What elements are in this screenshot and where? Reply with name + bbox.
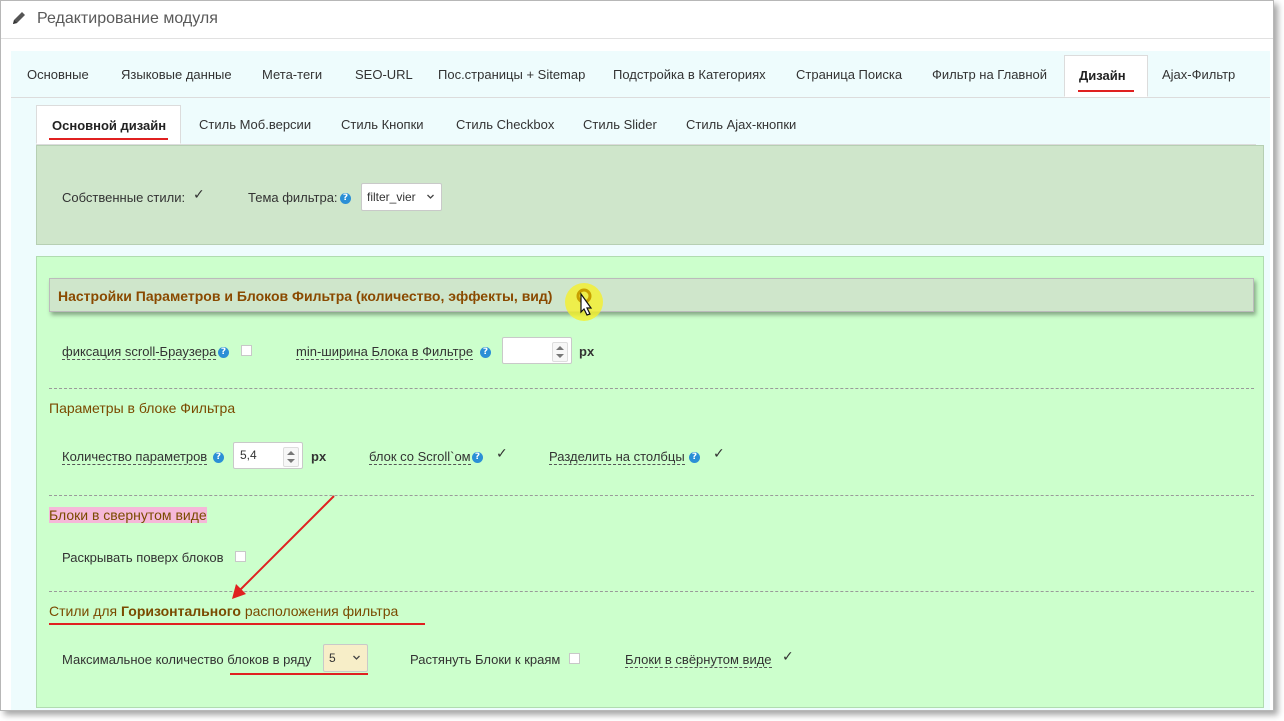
scroll-fix-checkbox[interactable] bbox=[241, 345, 252, 356]
split-columns-checkbox[interactable]: ✓ bbox=[712, 446, 725, 462]
tab-category-setup[interactable]: Подстройка в Категориях bbox=[613, 55, 766, 97]
subtab-mobile-style[interactable]: Стиль Моб.версии bbox=[199, 105, 311, 144]
settings-heading: Настройки Параметров и Блоков Фильтра (к… bbox=[58, 288, 553, 304]
tab-home-filter[interactable]: Фильтр на Главной bbox=[932, 55, 1047, 97]
min-width-input[interactable] bbox=[502, 337, 572, 364]
theme-label: Тема фильтра: bbox=[248, 190, 338, 205]
check-icon: ✓ bbox=[496, 446, 508, 462]
chevron-down-icon bbox=[427, 194, 434, 199]
active-tab-underline bbox=[1078, 90, 1134, 92]
max-blocks-select[interactable]: 5 bbox=[323, 644, 368, 672]
scroll-block-checkbox[interactable]: ✓ bbox=[495, 446, 508, 462]
help-icon[interactable]: ? bbox=[689, 452, 700, 463]
annotation-underline bbox=[230, 673, 368, 675]
annotation-underline bbox=[49, 623, 425, 625]
check-icon: ✓ bbox=[713, 446, 725, 462]
scroll-block-label: блок со Scroll`ом bbox=[369, 449, 471, 465]
subtab-ajax-button-style[interactable]: Стиль Ajax-кнопки bbox=[686, 105, 796, 144]
pencil-icon bbox=[13, 12, 25, 24]
theme-select[interactable]: filter_vier bbox=[361, 183, 442, 211]
help-icon[interactable]: ? bbox=[480, 347, 491, 358]
spinner-arrows-icon[interactable] bbox=[283, 446, 299, 467]
module-edit-window: Редактирование модуля Основные Языковые … bbox=[0, 0, 1274, 711]
subtab-main-design[interactable]: Основной дизайн bbox=[36, 105, 181, 144]
tab-pages-sitemap[interactable]: Пос.страницы + Sitemap bbox=[438, 55, 585, 97]
subtab-button-style[interactable]: Стиль Кнопки bbox=[341, 105, 424, 144]
min-width-unit: px bbox=[579, 344, 595, 359]
param-count-label: Количество параметров bbox=[62, 449, 208, 465]
subtab-checkbox-style[interactable]: Стиль Checkbox bbox=[456, 105, 554, 144]
max-blocks-label: Максимальное количество блоков в ряду bbox=[62, 652, 312, 667]
page-title: Редактирование модуля bbox=[37, 10, 218, 27]
collapsed-blocks-checkbox[interactable]: ✓ bbox=[781, 649, 794, 665]
param-count-input[interactable]: 5,4 bbox=[233, 442, 303, 469]
settings-heading-bar: Настройки Параметров и Блоков Фильтра (к… bbox=[49, 278, 1254, 312]
divider bbox=[49, 388, 1254, 389]
cursor-highlight bbox=[565, 283, 603, 321]
param-count-unit: px bbox=[311, 449, 327, 464]
scroll-fix-label: фиксация scroll-Браузера bbox=[62, 344, 217, 360]
sub-tabs: Основной дизайн Стиль Моб.версии Стиль К… bbox=[36, 105, 1256, 145]
tab-seo-url[interactable]: SEO-URL bbox=[355, 55, 413, 97]
spinner-arrows-icon[interactable] bbox=[552, 341, 568, 362]
annotation-arrow bbox=[232, 495, 335, 599]
tab-language-data[interactable]: Языковые данные bbox=[121, 55, 232, 97]
help-icon[interactable]: ? bbox=[472, 452, 483, 463]
tab-ajax-filter[interactable]: Ajax-Фильтр bbox=[1162, 55, 1235, 97]
page-header: Редактирование модуля bbox=[1, 1, 1273, 39]
check-icon: ✓ bbox=[782, 649, 794, 665]
tab-design[interactable]: Дизайн bbox=[1064, 55, 1148, 97]
help-icon[interactable]: ? bbox=[218, 347, 229, 358]
tab-meta-tags[interactable]: Мета-теги bbox=[262, 55, 322, 97]
check-icon: ✓ bbox=[193, 187, 205, 203]
active-subtab-underline bbox=[49, 138, 168, 140]
help-icon[interactable]: ? bbox=[213, 452, 224, 463]
min-width-label: min-ширина Блока в Фильтре bbox=[296, 344, 474, 360]
own-styles-label: Собственные стили: bbox=[62, 190, 186, 205]
split-columns-label: Разделить на столбцы bbox=[549, 449, 685, 465]
expand-over-label: Раскрывать поверх блоков bbox=[62, 550, 224, 565]
params-heading: Параметры в блоке Фильтра bbox=[49, 400, 236, 416]
tab-osnovnye[interactable]: Основные bbox=[27, 55, 89, 97]
collapsed-blocks-label: Блоки в свёрнутом виде bbox=[625, 652, 772, 668]
help-icon[interactable]: ? bbox=[340, 193, 351, 204]
general-settings-box: Собственные стили: ✓ Тема фильтра: ? fil… bbox=[36, 145, 1264, 245]
settings-box: Настройки Параметров и Блоков Фильтра (к… bbox=[36, 256, 1264, 708]
subtab-slider-style[interactable]: Стиль Slider bbox=[583, 105, 657, 144]
stretch-blocks-checkbox[interactable] bbox=[569, 653, 580, 664]
own-styles-checkbox[interactable]: ✓ bbox=[192, 187, 205, 203]
main-tabs: Основные Языковые данные Мета-теги SEO-U… bbox=[11, 55, 1270, 98]
stretch-blocks-label: Растянуть Блоки к краям bbox=[410, 652, 561, 667]
chevron-down-icon bbox=[353, 655, 360, 660]
collapsed-heading: Блоки в свернутом виде bbox=[49, 507, 207, 523]
tab-search-page[interactable]: Страница Поиска bbox=[796, 55, 902, 97]
